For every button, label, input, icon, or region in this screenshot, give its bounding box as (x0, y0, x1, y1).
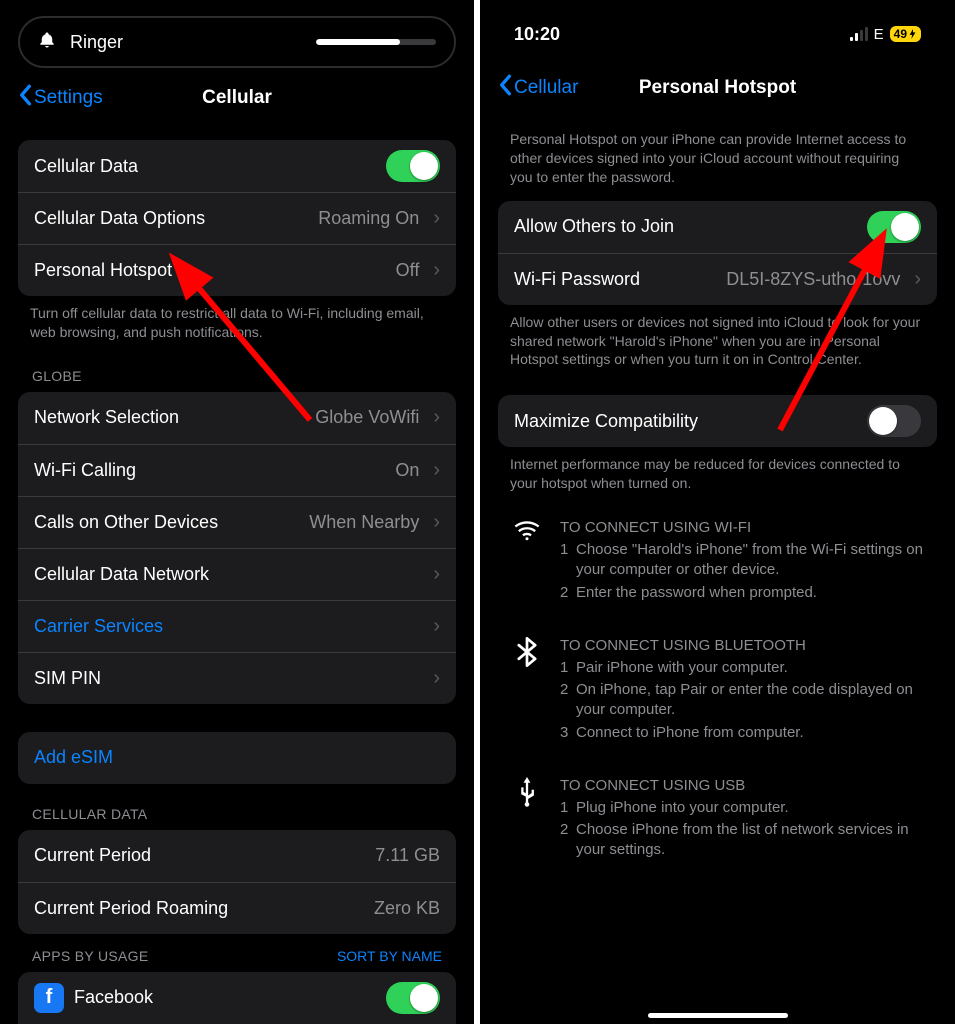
group-usage: Current Period 7.11 GB Current Period Ro… (18, 830, 456, 934)
home-indicator[interactable] (648, 1013, 788, 1018)
chevron-right-icon: › (433, 259, 440, 282)
network-type: E (874, 26, 884, 43)
chevron-right-icon: › (433, 406, 440, 429)
group-apps: f Facebook (18, 972, 456, 1024)
footer-allow-join: Allow other users or devices not signed … (490, 305, 945, 374)
row-add-esim[interactable]: Add eSIM (18, 732, 456, 784)
ringer-label: Ringer (70, 32, 123, 53)
chevron-right-icon: › (433, 563, 440, 586)
row-wifi-password[interactable]: Wi-Fi Password DL5I-8ZYS-utho-1ovv › (498, 253, 937, 305)
chevron-right-icon: › (433, 615, 440, 638)
row-cellular-data[interactable]: Cellular Data (18, 140, 456, 192)
back-button[interactable]: Settings (10, 84, 103, 112)
row-allow-others[interactable]: Allow Others to Join (498, 201, 937, 253)
back-label: Cellular (514, 77, 578, 99)
row-personal-hotspot[interactable]: Personal Hotspot Off › (18, 244, 456, 296)
chevron-right-icon: › (433, 667, 440, 690)
screenshot-cellular: Ringer Settings Cellular Cellular Data C… (0, 0, 474, 1024)
group-carrier: Network Selection Globe VoWifi › Wi-Fi C… (18, 392, 456, 704)
status-time: 10:20 (514, 24, 560, 45)
row-app-facebook[interactable]: f Facebook (18, 972, 456, 1024)
row-cellular-data-options[interactable]: Cellular Data Options Roaming On › (18, 192, 456, 244)
ringer-volume-track (137, 39, 436, 45)
instructions-bluetooth: TO CONNECT USING BLUETOOTH 1Pair iPhone … (490, 615, 945, 755)
bell-icon (38, 31, 56, 54)
row-maximize-compat[interactable]: Maximize Compatibility (498, 395, 937, 447)
row-carrier-services[interactable]: Carrier Services › (18, 600, 456, 652)
row-calls-other-devices[interactable]: Calls on Other Devices When Nearby › (18, 496, 456, 548)
row-sim-pin[interactable]: SIM PIN › (18, 652, 456, 704)
toggle-cellular-data[interactable] (386, 150, 440, 182)
footer-cellular-main: Turn off cellular data to restrict all d… (10, 296, 464, 346)
bluetooth-icon (512, 637, 542, 745)
chevron-right-icon: › (433, 459, 440, 482)
row-cellular-data-network[interactable]: Cellular Data Network › (18, 548, 456, 600)
group-allow-join: Allow Others to Join Wi-Fi Password DL5I… (498, 201, 937, 305)
ringer-pill: Ringer (18, 16, 456, 68)
chevron-right-icon: › (433, 207, 440, 230)
instructions-wifi: TO CONNECT USING WI-FI 1Choose "Harold's… (490, 497, 945, 615)
section-header-apps: APPS BY USAGE (10, 934, 170, 972)
chevron-left-icon (18, 84, 32, 112)
battery-icon: 49 (890, 26, 921, 42)
sort-by-name-button[interactable]: SORT BY NAME (337, 934, 464, 964)
row-current-period[interactable]: Current Period 7.11 GB (18, 830, 456, 882)
nav-bar: Settings Cellular (10, 74, 464, 122)
screenshot-personal-hotspot: 10:20 E 49 Cellular Personal Hotspot Per… (480, 0, 955, 1024)
section-header-cellular-data: CELLULAR DATA (10, 784, 464, 830)
usb-icon (512, 777, 542, 863)
row-network-selection[interactable]: Network Selection Globe VoWifi › (18, 392, 456, 444)
group-compat: Maximize Compatibility (498, 395, 937, 447)
row-current-period-roaming[interactable]: Current Period Roaming Zero KB (18, 882, 456, 934)
toggle-allow-others[interactable] (867, 211, 921, 243)
facebook-icon: f (34, 983, 64, 1013)
wifi-icon (512, 519, 542, 605)
chevron-right-icon: › (914, 268, 921, 291)
chevron-right-icon: › (433, 511, 440, 534)
instructions-usb: TO CONNECT USING USB 1Plug iPhone into y… (490, 755, 945, 873)
toggle-maximize-compat[interactable] (867, 405, 921, 437)
back-label: Settings (34, 87, 103, 109)
chevron-left-icon (498, 74, 512, 102)
toggle-app-facebook[interactable] (386, 982, 440, 1014)
row-wifi-calling[interactable]: Wi-Fi Calling On › (18, 444, 456, 496)
signal-icon (850, 27, 868, 41)
section-header-globe: GLOBE (10, 346, 464, 392)
intro-text: Personal Hotspot on your iPhone can prov… (490, 112, 945, 191)
footer-compat: Internet performance may be reduced for … (490, 447, 945, 497)
status-bar: 10:20 E 49 (490, 10, 945, 58)
group-cellular-main: Cellular Data Cellular Data Options Roam… (18, 140, 456, 296)
nav-bar: Cellular Personal Hotspot (490, 64, 945, 112)
group-add-esim: Add eSIM (18, 732, 456, 784)
back-button[interactable]: Cellular (490, 74, 578, 102)
